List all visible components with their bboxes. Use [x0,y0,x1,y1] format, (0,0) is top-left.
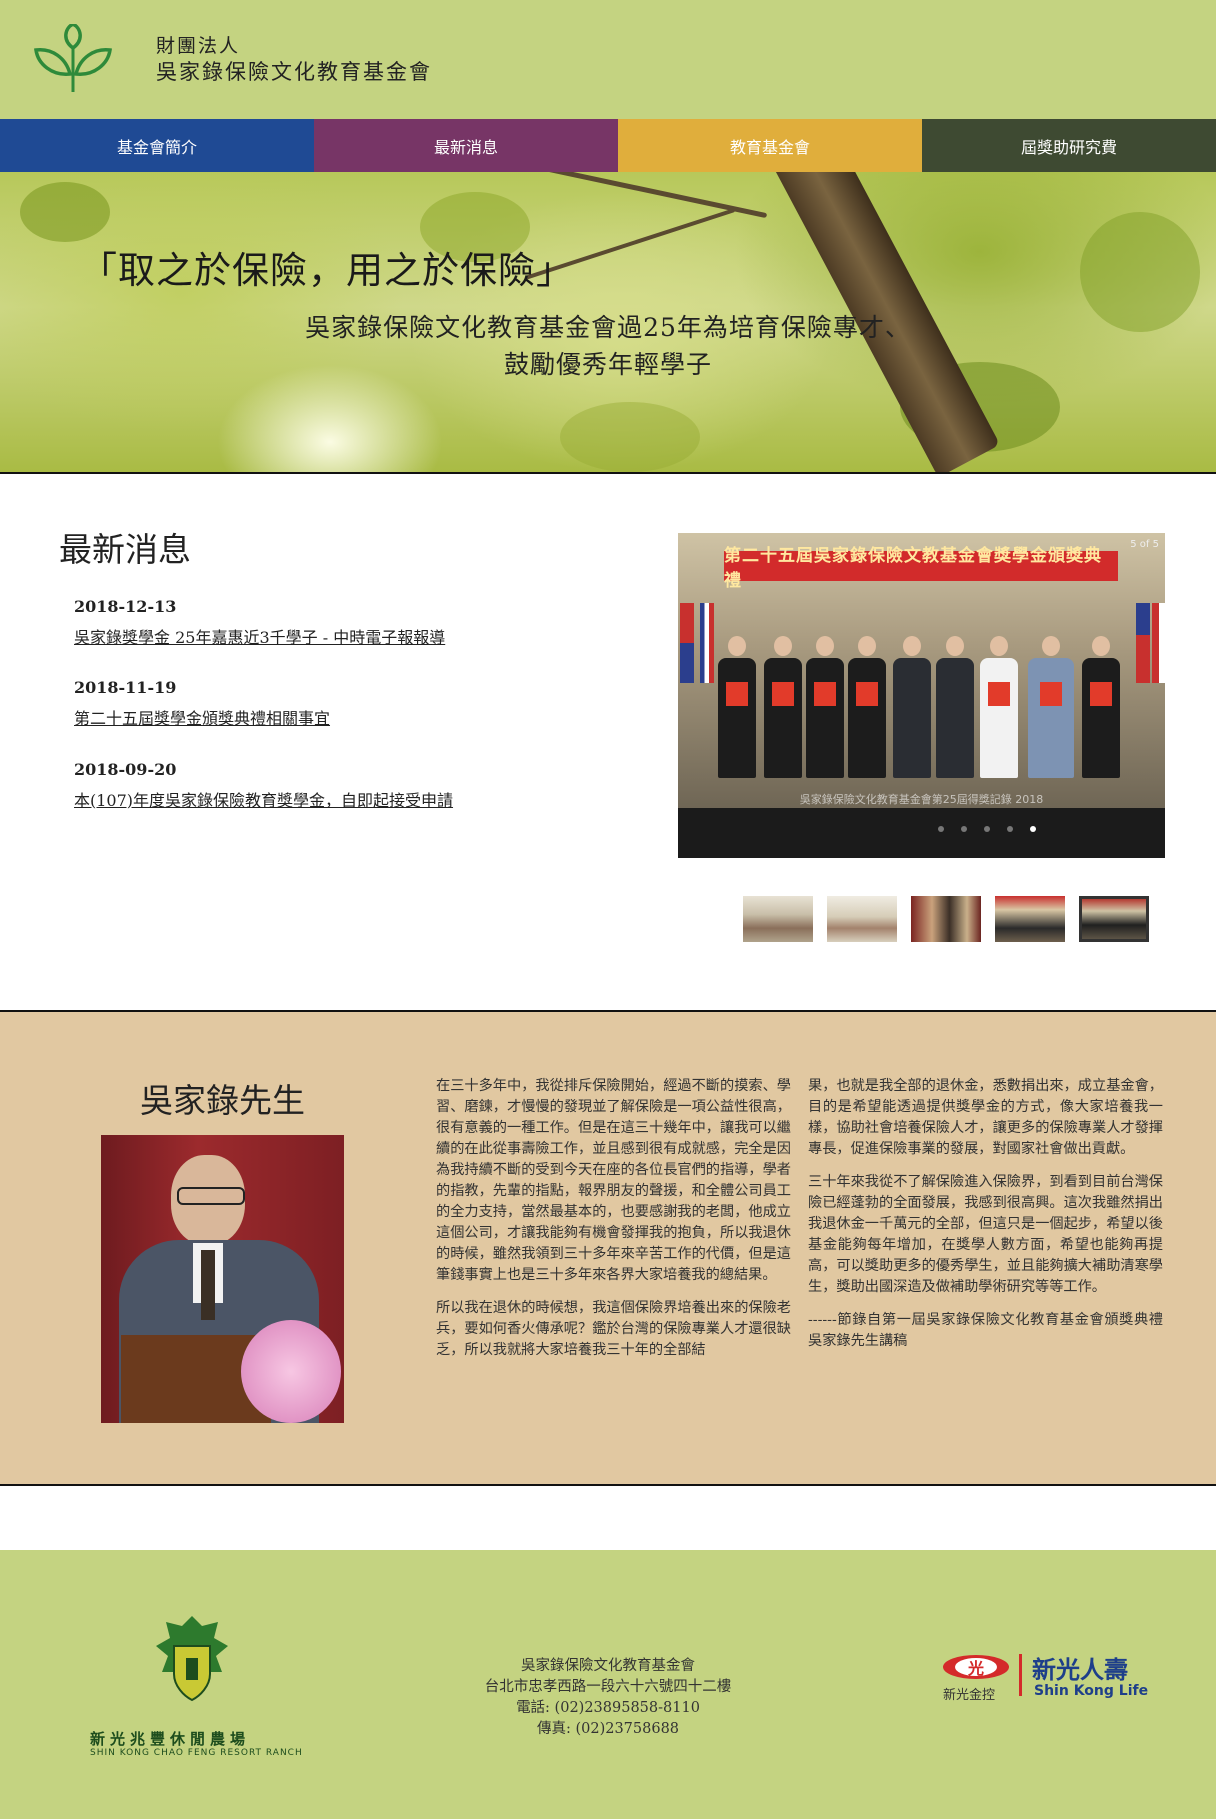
site-header: 財團法人 吳家錄保險文化教育基金會 [0,0,1216,119]
nav-item-education-fund[interactable]: 教育基金會 [618,119,922,172]
nav-item-research-grants[interactable]: 屆獎助研究費 [922,119,1216,172]
founder-paragraph: 果，也就是我全部的退休金，悉數捐出來，成立基金會，目的是希望能透過提供獎學金的方… [808,1078,1163,1157]
news-section-title: 最新消息 [59,530,191,569]
nav-item-about[interactable]: 基金會簡介 [0,119,314,172]
news-item: 2018-11-19 第二十五屆獎學金頒獎典禮相關事宜 [74,678,330,729]
slide-thumbnail-active[interactable] [1079,896,1149,942]
founder-paragraph: 所以我在退休的時候想，我這個保險界培養出來的保險老兵，要如何香火傳承呢？鑑於台灣… [436,1300,791,1358]
founder-paragraph: 三十年來我從不了解保險進入保險界，到看到目前台灣保險已經蓬勃的全面發展，我感到很… [808,1174,1163,1295]
founder-text-col2: 果，也就是我全部的退休金，悉數捐出來，成立基金會，目的是希望能透過提供獎學金的方… [808,1076,1163,1364]
flag-decoration [700,603,714,683]
ranch-name-en: SHIN KONG CHAO FENG RESORT RANCH [90,1748,303,1758]
slide-person [980,636,1018,778]
hero-banner: 「取之於保險，用之於保險」 吳家錄保險文化教育基金會過25年為培育保險專才、 鼓… [0,172,1216,474]
slide-dots [678,826,1165,832]
slide-banner: 第二十五屆吳家錄保險文教基金會獎學金頒獎典禮 [724,546,1118,591]
footer-fax: 傳真: (02)23758688 [536,1721,680,1737]
nav-item-news[interactable]: 最新消息 [314,119,618,172]
news-date: 2018-11-19 [74,678,177,697]
photo-slideshow[interactable]: 第二十五屆吳家錄保險文教基金會獎學金頒獎典禮 5 of 5 吳家錄保險文化教育基… [678,533,1165,858]
shin-kong-emblem-text: 光 [968,1659,985,1678]
flag-decoration [1152,603,1165,683]
news-item: 2018-09-20 本(107)年度吳家錄保險教育獎學金，自即起接受申請 [74,760,453,811]
slide-person [806,636,844,778]
founder-quote-source: ------節錄自第一屆吳家錄保險文化教育基金會頒獎典禮吳家錄先生講稿 [808,1312,1163,1349]
slide-thumbnail[interactable] [743,896,813,942]
main-nav: 基金會簡介 最新消息 教育基金會 屆獎助研究費 [0,119,1216,172]
slide-thumbnails [743,896,1149,942]
portrait-glasses [177,1187,245,1205]
news-date: 2018-12-13 [74,597,177,616]
slide-person [893,636,931,778]
slide-dot[interactable] [937,826,944,832]
slide-dot-active[interactable] [1029,826,1036,832]
slide-dot[interactable] [1006,826,1013,832]
site-footer: 新光兆豐休閒農場 SHIN KONG CHAO FENG RESORT RANC… [0,1550,1216,1819]
shin-kong-life-cn: 新光人壽 [1032,1656,1128,1684]
slide-photo: 第二十五屆吳家錄保險文教基金會獎學金頒獎典禮 5 of 5 吳家錄保險文化教育基… [678,533,1165,808]
news-link[interactable]: 吳家錄獎學金 25年嘉惠近3千學子 - 中時電子報報導 [74,624,445,648]
news-link[interactable]: 第二十五屆獎學金頒獎典禮相關事宜 [74,705,330,729]
logo-divider [1019,1654,1022,1696]
org-name[interactable]: 吳家錄保險文化教育基金會 [156,56,432,86]
portrait-flower [241,1320,341,1423]
slide-counter: 5 of 5 [1130,539,1159,550]
slide-dot[interactable] [983,826,990,832]
slide-person [1028,636,1074,778]
hero-quote: 「取之於保險，用之於保險」 [80,249,574,292]
slide-thumbnail[interactable] [911,896,981,942]
slide-person [718,636,756,778]
shin-kong-logo[interactable]: 光 新光金控 新光人壽 Shin Kong Life [939,1652,1149,1703]
shin-kong-life-en: Shin Kong Life [1034,1683,1149,1699]
news-item: 2018-12-13 吳家錄獎學金 25年嘉惠近3千學子 - 中時電子報報導 [74,597,445,648]
hero-subtitle-line2: 鼓勵優秀年輕學子 [503,350,712,379]
hero-subtitle-line1: 吳家錄保險文化教育基金會過25年為培育保險專才、 [305,313,911,342]
flag-decoration [680,603,694,683]
portrait-tie [201,1250,215,1320]
slide-person [1082,636,1120,778]
hero-foliage [560,402,700,472]
slide-dot[interactable] [960,826,967,832]
flag-decoration [1136,603,1150,683]
slide-person [936,636,974,778]
founder-paragraph: 在三十多年中，我從排斥保險開始，經過不斷的摸索、學習、磨鍊，才慢慢的發現並了解保… [436,1078,791,1283]
news-link[interactable]: 本(107)年度吳家錄保險教育獎學金，自即起接受申請 [74,787,453,811]
shin-kong-holdings-label: 新光金控 [943,1688,996,1703]
news-date: 2018-09-20 [74,760,177,779]
slide-person [848,636,886,778]
founder-section: 吳家錄先生 在三十多年中，我從排斥保險開始，經過不斷的摸索、學習、磨鍊，才慢慢的… [0,1010,1216,1486]
founder-text-col1: 在三十多年中，我從排斥保險開始，經過不斷的摸索、學習、磨鍊，才慢慢的發現並了解保… [436,1076,791,1373]
founder-portrait [101,1135,344,1423]
foundation-leaf-logo-icon[interactable] [32,24,114,94]
slide-person [764,636,802,778]
slide-caption: 吳家錄保險文化教育基金會第25屆得獎記錄 2018 [799,793,1044,806]
founder-name: 吳家錄先生 [140,1081,305,1120]
slide-thumbnail[interactable] [827,896,897,942]
slide-thumbnail[interactable] [995,896,1065,942]
hero-foliage [20,182,110,242]
org-subtitle: 財團法人 [156,35,241,57]
